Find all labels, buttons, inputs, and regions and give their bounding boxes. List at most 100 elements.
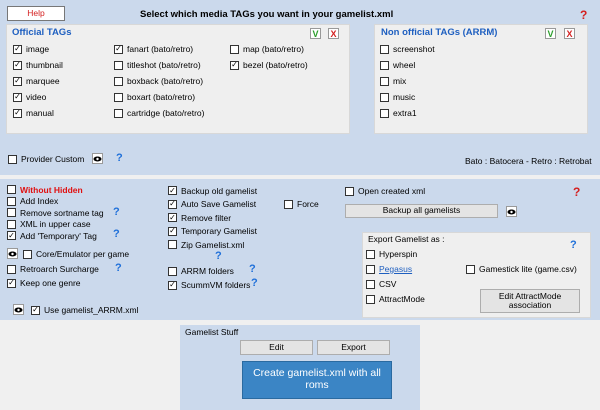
checkbox-add-index[interactable]: Add Index (7, 196, 104, 208)
checkbox[interactable] (284, 199, 293, 209)
checkbox[interactable] (380, 44, 389, 54)
checkbox[interactable] (114, 108, 123, 118)
checkbox-titleshot[interactable]: titleshot (bato/retro) (114, 57, 204, 73)
checkbox[interactable] (7, 264, 16, 274)
checkbox-manual[interactable]: ✓ manual (13, 105, 63, 121)
checkbox[interactable]: ✓ (13, 92, 22, 102)
create-gamelist-button[interactable]: Create gamelist.xml with all roms (242, 361, 392, 399)
checkbox-boxart[interactable]: boxart (bato/retro) (114, 89, 204, 105)
export-button[interactable]: Export (317, 340, 390, 355)
checkbox-map[interactable]: map (bato/retro) (230, 41, 308, 57)
checkbox-arrm-folders[interactable]: ARRM folders (168, 266, 234, 276)
edit-attractmode-button[interactable]: Edit AttractMode association (480, 289, 580, 313)
help-question-icon[interactable]: ? (113, 206, 120, 218)
checkbox-add-temporary[interactable]: ✓ Add 'Temporary' Tag (7, 230, 104, 242)
checkbox[interactable]: ✓ (7, 231, 16, 241)
checkbox-image[interactable]: ✓ image (13, 41, 63, 57)
checkbox[interactable]: ✓ (168, 280, 177, 290)
checkbox[interactable] (114, 92, 123, 102)
help-question-icon[interactable]: ? (580, 8, 587, 22)
checkbox-without-hidden[interactable]: Without Hidden (7, 184, 104, 196)
checkbox-open-created[interactable]: Open created xml (345, 186, 425, 196)
checkbox[interactable]: ✓ (168, 213, 177, 223)
checkbox[interactable] (114, 60, 123, 70)
help-question-icon[interactable]: ? (116, 152, 123, 164)
checkbox[interactable] (7, 208, 16, 218)
backup-all-gamelists-button[interactable]: Backup all gamelists (345, 204, 498, 218)
checkbox-music[interactable]: music (380, 89, 435, 105)
checkbox-core-emulator[interactable]: Core/Emulator per game (23, 249, 129, 259)
checkbox-fanart[interactable]: ✓ fanart (bato/retro) (114, 41, 204, 57)
checkbox[interactable] (168, 266, 177, 276)
checkbox-screenshot[interactable]: screenshot (380, 41, 435, 57)
checkbox-mix[interactable]: mix (380, 73, 435, 89)
checkbox[interactable]: ✓ (230, 60, 239, 70)
checkbox[interactable] (366, 279, 375, 289)
help-question-icon[interactable]: ? (113, 228, 120, 240)
checkbox[interactable] (230, 44, 239, 54)
eye-icon[interactable] (506, 206, 517, 217)
checkbox[interactable]: ✓ (31, 305, 40, 315)
uncheck-all-icon[interactable]: X (564, 28, 575, 39)
checkbox[interactable]: ✓ (168, 199, 177, 209)
checkbox[interactable] (466, 264, 475, 274)
help-button[interactable]: Help (7, 6, 65, 21)
eye-icon[interactable] (13, 304, 24, 315)
checkbox-marquee[interactable]: ✓ marquee (13, 73, 63, 89)
checkbox[interactable] (7, 219, 16, 229)
checkbox-auto-save[interactable]: ✓ Auto Save Gamelist (168, 198, 257, 212)
checkbox-gamestick[interactable]: Gamestick lite (game.csv) (466, 264, 577, 274)
checkbox-pegasus[interactable]: Pegasus (366, 264, 412, 274)
checkbox[interactable]: ✓ (114, 44, 123, 54)
checkbox-csv[interactable]: CSV (366, 279, 396, 289)
check-all-icon[interactable]: V (545, 28, 556, 39)
checkbox-provider-custom[interactable]: Provider Custom (8, 154, 84, 164)
checkbox[interactable] (380, 108, 389, 118)
help-question-icon[interactable]: ? (215, 250, 222, 262)
checkbox-hyperspin[interactable]: Hyperspin (366, 249, 417, 259)
checkbox-backup-old[interactable]: ✓ Backup old gamelist (168, 184, 257, 198)
checkbox[interactable]: ✓ (168, 226, 177, 236)
help-question-icon[interactable]: ? (249, 263, 256, 275)
checkbox-use-gamelist-arrm[interactable]: ✓ Use gamelist_ARRM.xml (31, 305, 138, 315)
checkbox[interactable] (366, 294, 375, 304)
checkbox-extra1[interactable]: extra1 (380, 105, 435, 121)
checkbox-attractmode[interactable]: AttractMode (366, 294, 425, 304)
checkbox-remove-filter[interactable]: ✓ Remove filter (168, 211, 257, 225)
checkbox[interactable] (345, 186, 354, 196)
checkbox-retroarch-surcharge[interactable]: Retroarch Surcharge (7, 264, 99, 274)
help-question-icon[interactable]: ? (570, 239, 577, 251)
checkbox-remove-sortname[interactable]: Remove sortname tag (7, 207, 104, 219)
checkbox[interactable] (380, 92, 389, 102)
checkbox[interactable] (23, 249, 32, 259)
checkbox-thumbnail[interactable]: ✓ thumbnail (13, 57, 63, 73)
checkbox-keep-one-genre[interactable]: ✓ Keep one genre (7, 278, 81, 288)
checkbox-cartridge[interactable]: cartridge (bato/retro) (114, 105, 204, 121)
check-all-icon[interactable]: V (310, 28, 321, 39)
checkbox[interactable]: ✓ (13, 44, 22, 54)
checkbox[interactable] (380, 76, 389, 86)
checkbox[interactable] (114, 76, 123, 86)
checkbox[interactable] (168, 240, 177, 250)
checkbox[interactable] (7, 196, 16, 206)
checkbox-xml-upper[interactable]: XML in upper case (7, 219, 104, 231)
checkbox-boxback[interactable]: boxback (bato/retro) (114, 73, 204, 89)
checkbox-wheel[interactable]: wheel (380, 57, 435, 73)
checkbox[interactable] (380, 60, 389, 70)
checkbox[interactable] (7, 185, 16, 195)
checkbox[interactable]: ✓ (7, 278, 16, 288)
checkbox-force[interactable]: Force (284, 199, 319, 209)
help-question-icon[interactable]: ? (251, 277, 258, 289)
help-question-icon[interactable]: ? (573, 185, 580, 199)
checkbox[interactable] (8, 154, 17, 164)
uncheck-all-icon[interactable]: X (328, 28, 339, 39)
checkbox[interactable]: ✓ (13, 76, 22, 86)
checkbox[interactable]: ✓ (13, 60, 22, 70)
checkbox[interactable] (366, 249, 375, 259)
checkbox-scummvm-folders[interactable]: ✓ ScummVM folders (168, 280, 250, 290)
checkbox-temporary-gamelist[interactable]: ✓ Temporary Gamelist (168, 225, 257, 239)
edit-button[interactable]: Edit (240, 340, 313, 355)
help-question-icon[interactable]: ? (115, 262, 122, 274)
checkbox[interactable]: ✓ (168, 186, 177, 196)
checkbox-video[interactable]: ✓ video (13, 89, 63, 105)
